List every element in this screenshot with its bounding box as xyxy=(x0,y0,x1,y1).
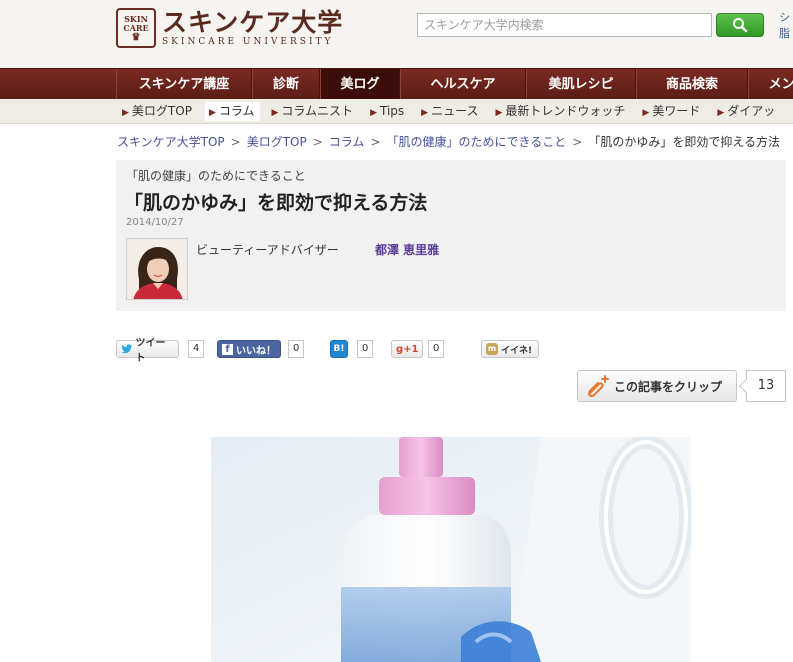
site-header: SKIN CARE ♛ スキンケア大学 SKINCARE UNIVERSITY … xyxy=(0,0,793,68)
facebook-like-button[interactable]: f いいね！ xyxy=(217,340,281,358)
clip-article-button[interactable]: この記事をクリップ xyxy=(577,370,737,402)
article-series[interactable]: 「肌の健康」のためにできること xyxy=(126,167,306,184)
author-avatar[interactable] xyxy=(126,238,188,300)
sub-nav: ▶ 美ログTOP ▶ コラム ▶ コラムニスト ▶ Tips ▶ ニュース ▶ 最新トレンドウォッチ ▶… xyxy=(0,99,793,124)
arrow-right-icon: ▶ xyxy=(717,108,725,118)
site-search xyxy=(417,13,764,37)
arrow-right-icon: ▶ xyxy=(122,108,129,118)
main-nav-item-2[interactable]: 美ログ xyxy=(320,69,400,100)
main-nav-item-5[interactable]: 商品検索 xyxy=(636,69,748,100)
arrow-right-icon: ▶ xyxy=(642,108,650,118)
article-main-image xyxy=(211,437,691,662)
breadcrumb-separator: > xyxy=(370,135,381,149)
sub-nav-item-5[interactable]: ▶ 最新トレンドウォッチ xyxy=(491,102,630,121)
sub-nav-label: ニュース xyxy=(431,104,479,118)
author-role: ビューティーアドバイザー xyxy=(196,243,339,257)
sub-nav-item-3[interactable]: ▶ Tips xyxy=(366,102,409,121)
arrow-right-icon: ▶ xyxy=(271,108,279,118)
breadcrumb-current: 「肌のかゆみ」を即効で抑える方法 xyxy=(588,135,780,149)
main-nav-item-6[interactable]: メンズ xyxy=(748,69,793,100)
sub-nav-item-6[interactable]: ▶ 美ワード xyxy=(638,102,705,121)
gplus-label: +1 xyxy=(403,343,419,355)
sub-nav-label: ダイアッ xyxy=(727,104,776,118)
social-share-bar: ツイート 4 f いいね！ 0 B! 0 g +1 0 m イイネ! xyxy=(116,338,546,364)
arrow-right-icon: ▶ xyxy=(370,108,377,118)
breadcrumb-link-series[interactable]: 「肌の健康」のためにできること xyxy=(387,135,567,149)
breadcrumb-link-bilog[interactable]: 美ログTOP xyxy=(247,135,307,149)
breadcrumb-separator: > xyxy=(230,135,241,149)
sub-nav-label: 最新トレンドウォッチ xyxy=(505,104,626,118)
search-button[interactable] xyxy=(716,13,764,37)
like-count: 0 xyxy=(288,340,305,358)
main-nav: スキンケア講座診断美ログヘルスケア美肌レシピ商品検索メンズ xyxy=(0,68,793,100)
breadcrumb-link-column[interactable]: コラム xyxy=(329,135,365,149)
tweet-count: 4 xyxy=(188,340,205,358)
like-label: いいね！ xyxy=(236,345,276,357)
article-header: 「肌の健康」のためにできること 「肌のかゆみ」を即効で抑える方法 2014/10… xyxy=(116,160,786,311)
header-right-links[interactable]: シ 脂 xyxy=(779,10,793,42)
paperclip-icon xyxy=(587,375,609,397)
article-title: 「肌のかゆみ」を即効で抑える方法 xyxy=(124,192,428,214)
arrow-right-icon: ▶ xyxy=(208,108,216,118)
sub-nav-item-0[interactable]: ▶ 美ログTOP xyxy=(118,102,197,121)
breadcrumb-separator: > xyxy=(572,135,583,149)
search-icon xyxy=(733,18,748,33)
gplus-count: 0 xyxy=(428,340,445,358)
hatena-bookmark-button[interactable]: B! xyxy=(330,340,348,358)
google-plus-button[interactable]: g +1 xyxy=(391,340,423,358)
tweet-label: ツイート xyxy=(135,338,166,364)
main-nav-item-4[interactable]: 美肌レシピ xyxy=(526,69,636,100)
article-date: 2014/10/27 xyxy=(126,217,184,228)
sub-nav-item-7[interactable]: ▶ ダイアッ xyxy=(713,102,780,121)
mixi-iine-button[interactable]: m イイネ! xyxy=(481,340,539,358)
main-nav-item-1[interactable]: 診断 xyxy=(252,69,320,100)
hatena-count: 0 xyxy=(357,340,374,358)
sub-nav-item-1[interactable]: ▶ コラム xyxy=(204,102,260,121)
main-nav-item-0[interactable]: スキンケア講座 xyxy=(116,69,252,100)
arrow-right-icon: ▶ xyxy=(495,108,503,118)
clip-label: この記事をクリップ xyxy=(614,379,723,394)
logo-badge-icon: SKIN CARE ♛ xyxy=(116,8,156,48)
search-input[interactable] xyxy=(417,13,712,37)
clip-count: 13 xyxy=(746,370,786,402)
hatena-icon: B! xyxy=(333,344,345,354)
sub-nav-item-2[interactable]: ▶ コラムニスト xyxy=(268,102,359,121)
facebook-icon: f xyxy=(222,343,233,355)
sub-nav-label: 美ワード xyxy=(652,104,701,118)
main-nav-item-3[interactable]: ヘルスケア xyxy=(400,69,526,100)
sub-nav-label: 美ログTOP xyxy=(131,104,192,118)
breadcrumb: スキンケア大学TOP > 美ログTOP > コラム > 「肌の健康」のためにできること > 「肌… xyxy=(117,133,780,150)
tweet-button[interactable]: ツイート xyxy=(116,338,179,364)
google-plus-icon: g xyxy=(396,343,404,355)
sub-nav-item-4[interactable]: ▶ ニュース xyxy=(417,102,483,121)
sub-nav-label: コラムニスト xyxy=(281,104,354,118)
breadcrumb-separator: > xyxy=(312,135,323,149)
breadcrumb-link-top[interactable]: スキンケア大学TOP xyxy=(117,135,225,149)
sub-nav-label: Tips xyxy=(379,104,405,118)
logo-title: スキンケア大学 xyxy=(162,7,344,37)
site-logo[interactable]: SKIN CARE ♛ スキンケア大学 SKINCARE UNIVERSITY xyxy=(116,8,343,48)
sub-nav-label: コラム xyxy=(218,104,255,118)
twitter-bird-icon xyxy=(121,344,133,354)
logo-subtitle: SKINCARE UNIVERSITY xyxy=(162,36,334,47)
arrow-right-icon: ▶ xyxy=(421,108,429,118)
iine-label: イイネ! xyxy=(501,345,533,356)
mixi-icon: m xyxy=(486,343,498,355)
author-name-link[interactable]: 都澤 恵里雅 xyxy=(375,241,439,258)
